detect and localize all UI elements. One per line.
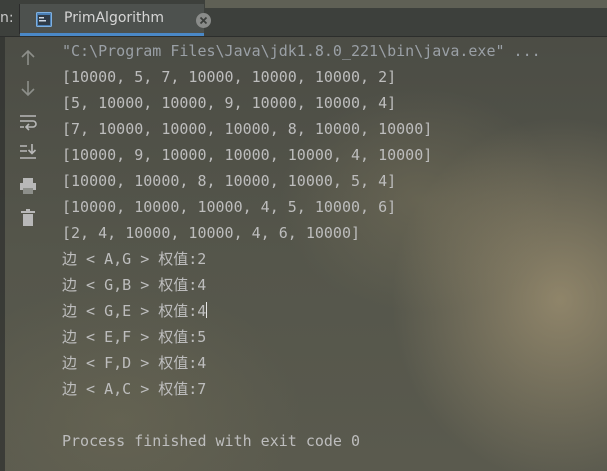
tab-prim-algorithm[interactable]: PrimAlgorithm	[20, 4, 211, 36]
run-window: n: PrimAlgorithm "C:\Program Files\Java\…	[0, 0, 607, 471]
matrix-row: [10000, 10000, 10000, 4, 5, 10000, 6]	[62, 198, 397, 216]
exit-message: Process finished with exit code 0	[62, 432, 361, 450]
down-arrow-icon[interactable]	[18, 78, 38, 98]
scroll-to-end-icon[interactable]	[18, 142, 38, 162]
edge-line: 边 < G,E > 权值:4	[62, 302, 207, 320]
matrix-row: [10000, 10000, 8, 10000, 10000, 5, 4]	[62, 172, 397, 190]
matrix-row: [2, 4, 10000, 10000, 4, 6, 10000]	[62, 224, 361, 242]
tool-window-label: n:	[0, 10, 14, 26]
console-output[interactable]: "C:\Program Files\Java\jdk1.8.0_221\bin\…	[62, 38, 602, 454]
matrix-row: [10000, 9, 10000, 10000, 10000, 4, 10000…	[62, 146, 433, 164]
close-tab-icon[interactable]	[196, 13, 211, 28]
edge-line: 边 < A,C > 权值:7	[62, 380, 207, 398]
print-icon[interactable]	[18, 176, 38, 196]
edge-line-with-caret: 边 < G,E > 权值:4	[62, 298, 602, 324]
matrix-row: [10000, 5, 7, 10000, 10000, 10000, 2]	[62, 68, 397, 86]
run-tab-bar: n: PrimAlgorithm	[0, 0, 607, 37]
edge-line: 边 < F,D > 权值:4	[62, 354, 207, 372]
soft-wrap-icon[interactable]	[18, 112, 38, 132]
trash-icon[interactable]	[18, 208, 38, 228]
edge-line: 边 < A,G > 权值:2	[62, 250, 207, 268]
edge-line: 边 < G,B > 权值:4	[62, 276, 207, 294]
text-caret	[206, 302, 208, 318]
java-command-line: "C:\Program Files\Java\jdk1.8.0_221\bin\…	[62, 42, 541, 60]
matrix-row: [7, 10000, 10000, 10000, 8, 10000, 10000…	[62, 120, 433, 138]
console-icon	[36, 12, 52, 27]
matrix-row: [5, 10000, 10000, 9, 10000, 10000, 4]	[62, 94, 397, 112]
tab-title: PrimAlgorithm	[64, 10, 165, 26]
up-arrow-icon[interactable]	[18, 48, 38, 68]
edge-line: 边 < E,F > 权值:5	[62, 328, 207, 346]
console-toolbar	[0, 36, 48, 471]
tab-bar-background	[205, 0, 607, 8]
